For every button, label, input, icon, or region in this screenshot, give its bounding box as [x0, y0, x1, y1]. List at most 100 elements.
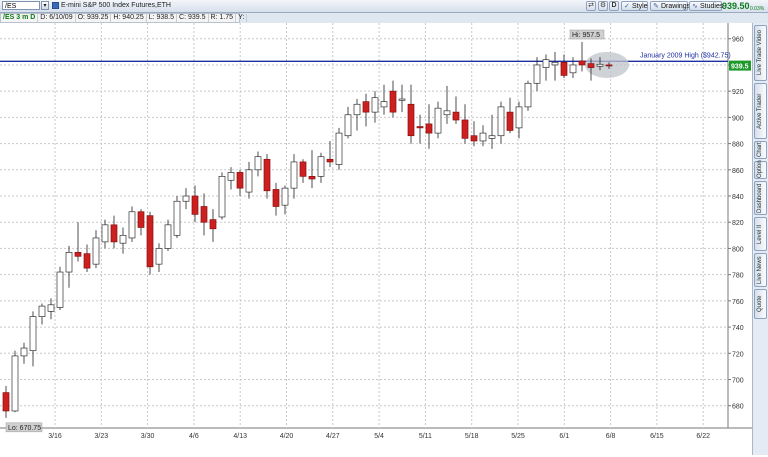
settings-icon[interactable]: ⚙: [598, 1, 608, 11]
side-tab-live-news[interactable]: Live News: [754, 253, 767, 287]
candle-down: [2, 392, 10, 412]
candle-up: [155, 248, 163, 265]
candle-up: [29, 316, 37, 352]
candle-up: [128, 211, 136, 239]
candle-down: [308, 175, 316, 180]
drawings-button[interactable]: ✎ Drawings: [650, 1, 690, 11]
candle-down: [407, 103, 415, 137]
candle-down: [137, 211, 145, 228]
candle-down: [83, 253, 91, 269]
candle-down: [191, 195, 199, 215]
x-tick-label: 4/13: [233, 433, 247, 440]
candle-up: [182, 195, 190, 202]
candle-up: [497, 106, 505, 137]
candle-up: [218, 175, 226, 218]
side-tab-level-ii[interactable]: Level II: [754, 217, 767, 251]
x-tick-label: 4/20: [280, 433, 294, 440]
y-tick-label: 800: [732, 246, 744, 253]
candle-down: [506, 111, 514, 131]
info-date: D: 6/10/09: [38, 14, 76, 22]
style-icon: ✓: [624, 3, 630, 10]
hi-label: Hi: 957.5: [572, 32, 600, 39]
candle-down: [326, 158, 334, 163]
candle-up: [569, 64, 577, 74]
candle-down: [236, 172, 244, 189]
candle-up: [353, 103, 361, 116]
x-tick-label: 3/23: [94, 433, 108, 440]
info-open: O: 939.25: [76, 14, 112, 22]
candle-up: [290, 161, 298, 189]
y-tick-label: 840: [732, 194, 744, 201]
candle-up: [596, 63, 604, 67]
d-button[interactable]: D: [609, 1, 619, 11]
candle-down: [263, 158, 271, 192]
info-high: H: 940.25: [111, 14, 147, 22]
candle-up: [47, 304, 55, 312]
price-chart[interactable]: 680 700 720 740 760 780 800 820 840 860 880 900 920 9…: [0, 23, 752, 455]
x-tick-label: 6/22: [696, 433, 710, 440]
info-close: C: 939.5: [177, 14, 209, 22]
y-tick-label: 860: [732, 168, 744, 175]
candle-up: [524, 82, 532, 108]
candle-up: [173, 200, 181, 236]
candle-up: [479, 132, 487, 142]
side-tab-quote[interactable]: Quote: [754, 289, 767, 319]
y-tick-label: 680: [732, 404, 744, 411]
link-icon[interactable]: ⇄: [586, 1, 596, 11]
y-tick-label: 920: [732, 89, 744, 96]
candle-up: [443, 110, 451, 116]
candle-down: [425, 123, 433, 134]
side-tab-chart[interactable]: Chart: [754, 141, 767, 159]
candle-up: [398, 98, 406, 101]
style-button[interactable]: ✓ Style: [621, 1, 648, 11]
candle-down: [416, 126, 424, 129]
x-tick-label: 4/6: [189, 433, 199, 440]
symbol-input[interactable]: /ES: [2, 1, 40, 10]
candle-down: [587, 63, 595, 68]
candle-up: [380, 101, 388, 108]
info-symbol: /ES 3 m D: [1, 14, 39, 22]
last-price: 939.50: [722, 1, 750, 11]
candle-up: [20, 347, 28, 357]
candle-up: [56, 271, 64, 308]
y-tick-label: 780: [732, 273, 744, 280]
chart-svg[interactable]: 680 700 720 740 760 780 800 820 840 860 880 900 920 9…: [0, 23, 752, 455]
x-tick-label: 6/15: [650, 433, 664, 440]
candle-down: [74, 252, 82, 257]
drawings-icon: ✎: [653, 3, 659, 10]
chart-toolbar: /ES ▾ E-mini S&P 500 Index Futures,ETH ⇄…: [0, 0, 768, 13]
candle-up: [371, 97, 379, 113]
candle-up: [515, 106, 523, 129]
candle-up: [551, 61, 559, 66]
y-tick-label: 700: [732, 378, 744, 385]
x-tick-label: 5/25: [511, 433, 525, 440]
candle-down: [452, 111, 460, 121]
candle-down: [299, 161, 307, 177]
candle-up: [227, 172, 235, 181]
bar-info-strip: /ES 3 m D D: 6/10/09 O: 939.25 H: 940.25 L: …: [0, 13, 248, 23]
side-tab-dashboard[interactable]: Dashboard: [754, 181, 767, 215]
style-label: Style: [632, 3, 648, 10]
candle-up: [533, 64, 541, 84]
candle-up: [344, 114, 352, 137]
side-tab-option[interactable]: Option: [754, 160, 767, 179]
candle-down: [110, 224, 118, 243]
symbol-flag-icon: [52, 2, 59, 9]
side-tab-live-trade-video[interactable]: Live Trade Video: [754, 25, 767, 81]
studies-icon: ∿: [692, 3, 698, 10]
y-tick-label: 820: [732, 220, 744, 227]
candle-up: [92, 237, 100, 265]
last-price-tag-label: 939.5: [731, 64, 749, 71]
side-tab-panel: Live Trade Video Active Trader Chart Option…: [752, 23, 768, 455]
studies-button[interactable]: ∿ Studies: [689, 1, 724, 11]
candle-up: [335, 132, 343, 165]
candle-down: [362, 101, 370, 113]
candle-up: [434, 107, 442, 134]
studies-label: Studies: [700, 3, 724, 10]
candle-up: [119, 234, 127, 244]
y-tick-label: 720: [732, 351, 744, 358]
candle-up: [65, 252, 73, 273]
symbol-dropdown-icon[interactable]: ▾: [41, 1, 49, 10]
y-tick-label: 760: [732, 299, 744, 306]
side-tab-active-trader[interactable]: Active Trader: [754, 83, 767, 139]
